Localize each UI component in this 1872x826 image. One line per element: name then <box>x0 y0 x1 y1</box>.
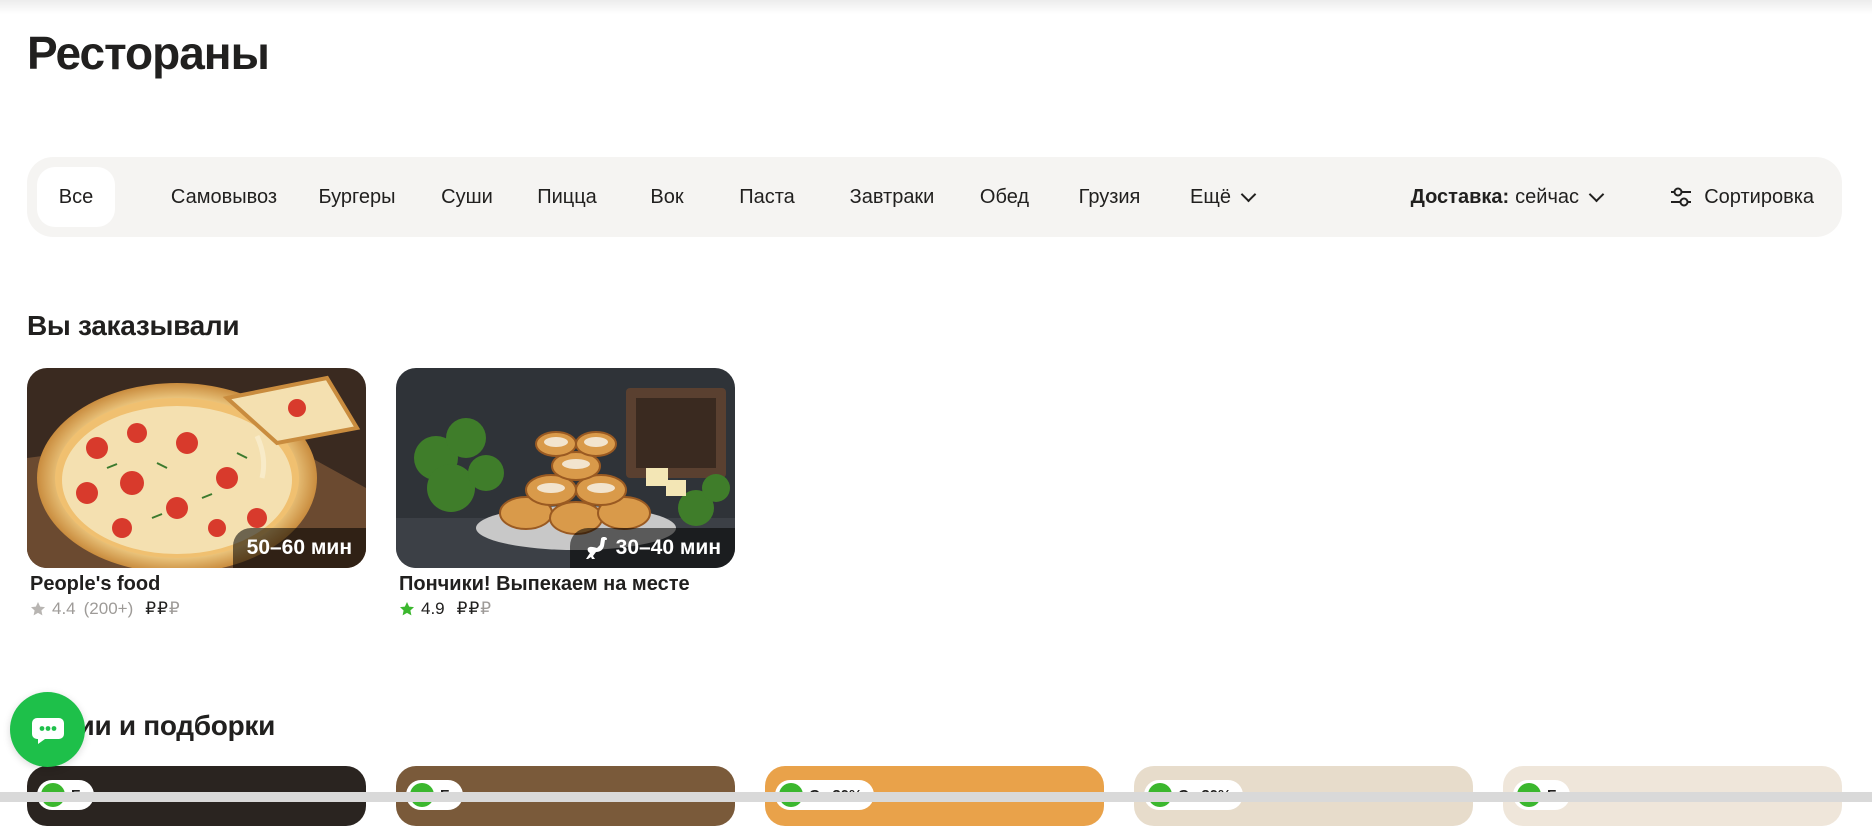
chevron-down-icon <box>1240 186 1257 202</box>
restaurant-name: People's food <box>30 573 161 595</box>
chip-pasta[interactable]: Паста <box>717 167 817 227</box>
chat-icon <box>31 717 64 744</box>
chip-label: Вок <box>650 185 684 208</box>
delivery-time-badge: 50–60 мин <box>232 528 366 568</box>
chip-wok[interactable]: Вок <box>627 167 707 227</box>
sort-button[interactable]: Сортировка <box>1670 167 1814 227</box>
review-count: (200+) <box>83 599 134 618</box>
restaurant-card[interactable]: 50–60 мин People's food 4.4 (200+) ₽₽₽ <box>27 368 366 619</box>
restaurant-meta: 4.9 ₽₽₽ <box>399 599 735 619</box>
star-icon <box>400 602 414 616</box>
delivery-value: сейчас <box>1515 185 1579 208</box>
sliders-icon <box>1671 187 1692 207</box>
chip-lunch[interactable]: Обед <box>962 167 1047 227</box>
chip-pickup[interactable]: Самовывоз <box>144 167 304 227</box>
delivery-time-badge: 30–40 мин <box>569 528 735 568</box>
delivery-label: Доставка: <box>1410 185 1510 208</box>
restaurant-name: Пончики! Выпекаем на месте <box>399 573 690 595</box>
restaurant-image: 30–40 мин <box>396 368 735 568</box>
restaurant-card[interactable]: 30–40 мин Пончики! Выпекаем на месте 4.9… <box>396 368 735 619</box>
chat-button[interactable] <box>10 692 85 767</box>
price-level: ₽₽₽ <box>457 599 492 619</box>
chip-label: Паста <box>739 185 795 208</box>
top-shadow <box>0 0 1872 14</box>
chip-label: Грузия <box>1078 185 1141 208</box>
chip-sushi[interactable]: Суши <box>422 167 512 227</box>
sort-label: Сортировка <box>1704 185 1814 208</box>
price-level: ₽₽₽ <box>145 599 180 619</box>
chip-more[interactable]: Ещё <box>1167 167 1277 227</box>
chip-label: Пицца <box>537 185 597 208</box>
restaurant-meta: 4.4 (200+) ₽₽₽ <box>30 599 366 619</box>
ostrich-icon <box>585 537 607 559</box>
chip-label: Бургеры <box>318 185 396 208</box>
restaurant-image: 50–60 мин <box>27 368 366 568</box>
chip-label: Ещё <box>1190 185 1231 208</box>
chevron-down-icon <box>1588 186 1605 202</box>
price-inactive: ₽ <box>480 599 493 618</box>
chip-label: Завтраки <box>849 185 935 208</box>
chip-label: Все <box>58 185 94 208</box>
chip-georgia[interactable]: Грузия <box>1057 167 1162 227</box>
chip-breakfast[interactable]: Завтраки <box>827 167 957 227</box>
filter-bar: Все Самовывоз Бургеры Суши Пицца Вок Пас… <box>27 157 1842 237</box>
ordered-section-title: Вы заказывали <box>27 310 240 341</box>
chip-pizza[interactable]: Пицца <box>517 167 617 227</box>
delivery-time: 50–60 мин <box>246 536 352 559</box>
price-active: ₽₽ <box>456 599 481 618</box>
delivery-selector[interactable]: Доставка: сейчас <box>1410 167 1605 227</box>
chip-label: Обед <box>979 185 1030 208</box>
chip-label: Суши <box>441 185 493 208</box>
page-title: Рестораны <box>27 27 270 79</box>
delivery-time: 30–40 мин <box>615 536 721 559</box>
rating-value: 4.4 <box>52 599 76 618</box>
horizontal-scrollbar[interactable] <box>0 792 1872 802</box>
star-icon <box>31 602 45 616</box>
chip-burgers[interactable]: Бургеры <box>297 167 417 227</box>
rating-value: 4.9 <box>421 599 445 618</box>
price-inactive: ₽ <box>168 599 181 618</box>
chip-label: Самовывоз <box>170 185 278 208</box>
price-active: ₽₽ <box>145 599 169 618</box>
chip-all[interactable]: Все <box>37 167 115 227</box>
